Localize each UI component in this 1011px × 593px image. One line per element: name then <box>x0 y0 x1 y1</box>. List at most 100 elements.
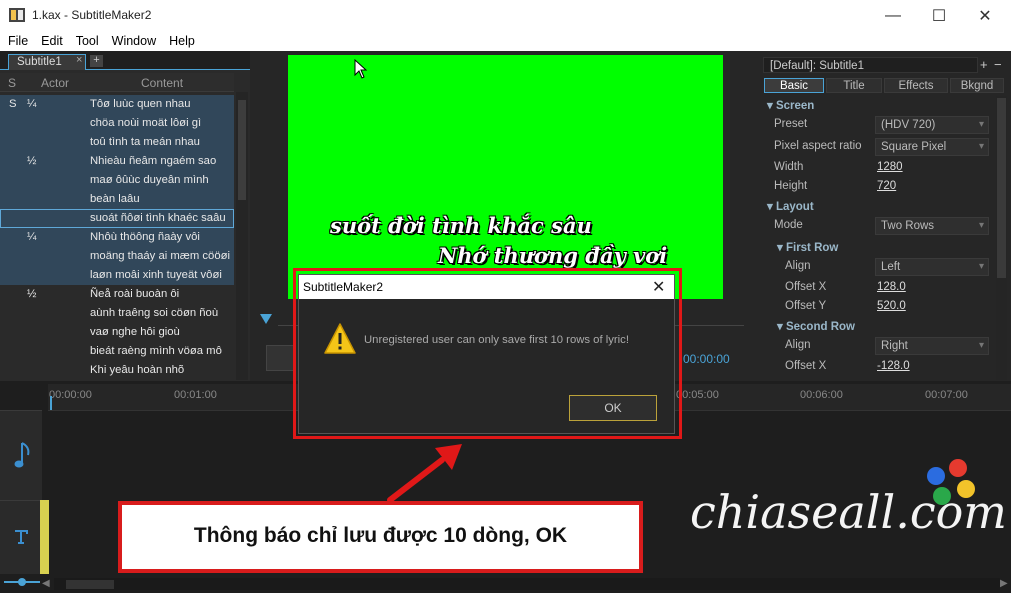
fr-align-label: Align <box>785 260 811 272</box>
remove-preset-button[interactable]: − <box>994 57 1002 72</box>
table-row[interactable]: aùnh traêng soi cöøn ñoù <box>0 304 234 323</box>
maximize-button[interactable]: ☐ <box>916 0 962 31</box>
menu-tool[interactable]: Tool <box>76 34 99 48</box>
row-content: Ñeå roài buoàn ôi <box>90 288 180 300</box>
preview-subtitle-line1: suốt đời tình khắc sâu <box>330 213 592 238</box>
close-icon: ✕ <box>978 7 992 25</box>
section-second-row[interactable]: ▾ Second Row <box>777 319 855 333</box>
fr-align-dropdown[interactable]: Left <box>875 258 989 276</box>
tab-title[interactable]: Title <box>826 78 882 93</box>
row-content: Khi yeâu hoàn nhõ <box>90 364 185 376</box>
row-content: laøn moâi xinh tuyeät vôøi <box>90 269 222 281</box>
window-title: 1.kax - SubtitleMaker2 <box>32 8 152 22</box>
preset-dropdown[interactable]: (HDV 720) <box>875 116 989 134</box>
music-note-icon <box>14 442 30 468</box>
table-row[interactable]: suoát ñôøi tình khaéc saâu <box>0 209 234 228</box>
table-row[interactable]: ¼ Nhôù thöông ñaày vôi <box>0 228 234 247</box>
maximize-icon: ☐ <box>931 7 947 25</box>
menu-edit[interactable]: Edit <box>41 34 63 48</box>
table-row[interactable]: Khi yeâu hoàn nhõ <box>0 361 234 380</box>
timeline-playhead[interactable] <box>50 396 52 410</box>
table-row[interactable]: laøn moâi xinh tuyeät vôøi <box>0 266 234 285</box>
callout-arrow-icon <box>387 444 462 503</box>
list-scroll-thumb[interactable] <box>238 100 246 200</box>
tick-label: 00:05:00 <box>676 389 719 401</box>
table-row[interactable]: bieát raèng mình vöøa mô <box>0 342 234 361</box>
width-label: Width <box>774 161 804 173</box>
playhead-marker-icon[interactable] <box>260 314 272 324</box>
add-preset-button[interactable]: + <box>980 57 988 72</box>
mouse-cursor-icon <box>354 59 368 79</box>
tab-subtitle1[interactable]: Subtitle1 <box>8 54 86 70</box>
row-content: toû tình ta meán nhau <box>90 136 200 148</box>
minimize-button[interactable]: — <box>870 0 916 31</box>
table-row[interactable]: maø ôûùc duyeân mình <box>0 171 234 190</box>
row-content: suoát ñôøi tình khaéc saâu <box>90 212 226 224</box>
tab-close-icon[interactable]: × <box>76 54 82 66</box>
close-button[interactable]: ✕ <box>962 0 1008 31</box>
height-label: Height <box>774 180 808 192</box>
width-field[interactable]: 1280 <box>877 161 903 173</box>
row-content: chöa noùi moät lôøi gì <box>90 117 202 129</box>
preset-label: Preset <box>774 118 808 130</box>
text-track-header[interactable] <box>0 500 42 574</box>
app-icon <box>9 8 25 22</box>
section-layout-label: Layout <box>775 201 814 213</box>
menu-file[interactable]: File <box>8 34 28 48</box>
menu-window[interactable]: Window <box>112 34 156 48</box>
tab-bkgnd[interactable]: Bkgnd <box>950 78 1004 93</box>
par-dropdown[interactable]: Square Pixel <box>875 138 989 156</box>
audio-track-header[interactable] <box>0 410 42 500</box>
video-preview[interactable]: suốt đời tình khắc sâu Nhớ thương đầy vơ… <box>288 55 723 299</box>
fr-offsety-field[interactable]: 520.0 <box>877 300 906 312</box>
watermark-logo-icon <box>927 459 975 505</box>
tick-label: 00:01:00 <box>174 389 217 401</box>
table-row[interactable]: ½ Nhieàu ñeâm ngaém sao <box>0 152 234 171</box>
highlight-box <box>293 268 682 439</box>
timeline-scrollbar[interactable] <box>54 578 1000 590</box>
table-row[interactable]: S ¼ Tôø luùc quen nhau <box>0 95 234 114</box>
height-field[interactable]: 720 <box>877 180 896 192</box>
table-row[interactable]: moäng thaáy ai mæm cööøi <box>0 247 234 266</box>
row-content: beàn laâu <box>90 193 140 205</box>
table-row[interactable]: vaø nghe hôi gioù <box>0 323 234 342</box>
menu-help[interactable]: Help <box>169 34 195 48</box>
mode-dropdown[interactable]: Two Rows <box>875 217 989 235</box>
section-first-row-label: First Row <box>785 242 839 254</box>
tick-label: 00:06:00 <box>800 389 843 401</box>
play-button[interactable] <box>266 345 294 371</box>
fr-offsetx-field[interactable]: 128.0 <box>877 281 906 293</box>
section-first-row[interactable]: ▾ First Row <box>777 240 838 254</box>
row-actor: ¼ <box>27 231 37 243</box>
section-screen[interactable]: ▾ Screen <box>767 98 814 112</box>
sr-offsetx-field[interactable]: -128.0 <box>877 360 910 372</box>
time-readout: 00:00:00 <box>683 352 730 366</box>
sr-align-dropdown[interactable]: Right <box>875 337 989 355</box>
preview-subtitle-line2: Nhớ thương đầy vơi <box>438 243 668 268</box>
style-preset-select[interactable]: [Default]: Subtitle1 <box>763 57 978 73</box>
col-content-header[interactable]: Content <box>141 76 183 90</box>
row-status: S <box>9 98 17 110</box>
section-layout[interactable]: ▾ Layout <box>767 199 814 213</box>
table-row[interactable]: chöa noùi moät lôøi gì <box>0 114 234 133</box>
scroll-right-icon[interactable]: ▶ <box>1000 578 1008 589</box>
fr-offsety-label: Offset Y <box>785 300 827 312</box>
add-tab-button[interactable]: + <box>90 55 103 67</box>
text-clip[interactable] <box>40 500 49 574</box>
title-bar <box>0 0 1011 31</box>
zoom-slider-handle[interactable] <box>18 578 26 586</box>
properties-scroll-thumb[interactable] <box>997 98 1006 278</box>
table-row[interactable]: ½ Ñeå roài buoàn ôi <box>0 285 234 304</box>
scroll-left-icon[interactable]: ◀ <box>42 578 50 589</box>
table-row[interactable]: toû tình ta meán nhau <box>0 133 234 152</box>
timeline-scroll-thumb[interactable] <box>66 580 114 589</box>
fr-offsetx-label: Offset X <box>785 281 827 293</box>
tab-effects[interactable]: Effects <box>884 78 948 93</box>
tab-basic[interactable]: Basic <box>764 78 824 93</box>
col-actor-header[interactable]: Actor <box>41 76 69 90</box>
minimize-icon: — <box>885 6 901 24</box>
table-row[interactable]: beàn laâu <box>0 190 234 209</box>
col-s-header[interactable]: S <box>8 76 16 90</box>
row-content: aùnh traêng soi cöøn ñoù <box>90 307 219 319</box>
sr-offsetx-label: Offset X <box>785 360 827 372</box>
